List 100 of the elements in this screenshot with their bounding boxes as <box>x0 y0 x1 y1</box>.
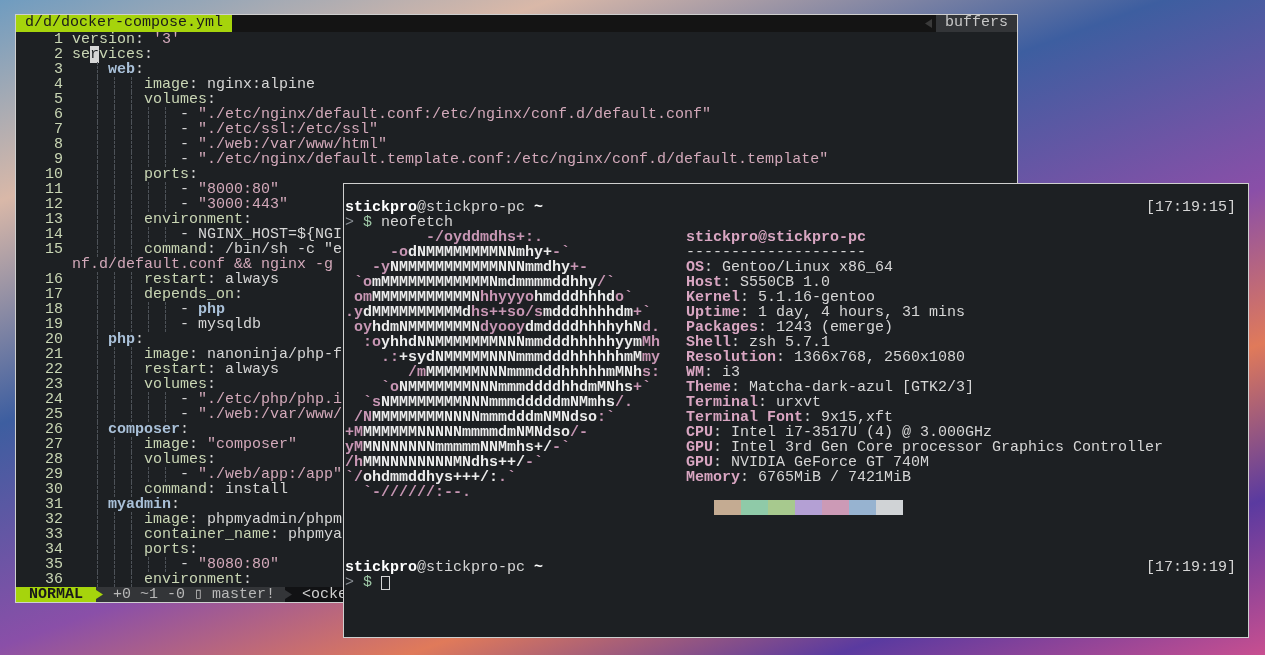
code-text: restart: always <box>143 272 280 287</box>
git-status: +0 ~1 -0 ▯ master! <box>112 587 277 602</box>
code-text: - "./etc/php/php.i <box>179 392 343 407</box>
separator-line: -------------------- <box>686 245 868 260</box>
info-line: Resolution: 1366x768, 2560x1080 <box>686 350 967 365</box>
code-text: myadmin: <box>107 497 181 512</box>
info-line: Memory: 6765MiB / 7421MiB <box>686 470 913 485</box>
prompt-line: stickpro@stickpro-pc ~ <box>345 200 544 215</box>
info-line: Kernel: 5.1.16-gentoo <box>686 290 876 305</box>
ascii-art-line: .ydMMMMMMMMMMdhs++so/smdddhhhhdm+` <box>345 305 652 320</box>
code-text: - "./etc/ssl:/etc/ssl" <box>179 122 379 137</box>
info-line: Host: S550CB 1.0 <box>686 275 832 290</box>
line-number: 3 <box>53 62 63 77</box>
line-number: 18 <box>44 302 63 317</box>
line-number: 7 <box>53 122 63 137</box>
code-text: - "./web/app:/app" <box>180 467 343 482</box>
code-text: - "3000:443" <box>180 197 289 212</box>
ascii-art-line: -odNMMMMMMMMNNmhy+-` <box>390 245 572 260</box>
code-text: - mysqldb <box>179 317 262 332</box>
line-number: 36 <box>44 572 63 587</box>
line-number: 28 <box>44 452 63 467</box>
code-text: - "./etc/nginx/default.conf:/etc/nginx/conf.d/default.conf" <box>179 107 712 122</box>
prompt-line: stickpro@stickpro-pc ~ <box>345 560 544 575</box>
code-text: container_name: phpmya <box>143 527 343 542</box>
ascii-art-line: `omMMMMMMMMMMMMNmdmmmmddhhy/` <box>353 275 616 290</box>
line-number: 35 <box>44 557 63 572</box>
info-line: Shell: zsh 5.7.1 <box>686 335 832 350</box>
ascii-art-line: .:+sydNMMMMMNNNmmmdddhhhhhhmMmy <box>381 350 662 365</box>
ascii-art-line: `sNMMMMMMMMNNNmmmdddddmNMmhs/. <box>363 395 635 410</box>
file-tab[interactable]: d/d/docker-compose.yml <box>16 15 233 32</box>
line-number: 26 <box>44 422 63 437</box>
line-number: 23 <box>44 377 63 392</box>
code-text: - "8080:80" <box>180 557 280 572</box>
line-number: 30 <box>44 482 63 497</box>
line-number: 16 <box>44 272 63 287</box>
line-number: 21 <box>44 347 63 362</box>
line-number: 24 <box>44 392 63 407</box>
code-text: command: install <box>144 482 289 497</box>
code-text: - "8000:80" <box>179 182 280 197</box>
code-text: volumes: <box>143 452 217 467</box>
info-line: Terminal: urxvt <box>686 395 822 410</box>
info-line: CPU: Intel i7-3517U (4) @ 3.000GHz <box>686 425 993 440</box>
ascii-art-line: oyhdmNMMMMMMMNdyooydmddddhhhhyhNd. <box>353 320 662 335</box>
line-number: 20 <box>44 332 63 347</box>
ascii-art-line: `oNMMMMMMMNNNmmmddddhhdmMNhs+` <box>380 380 653 395</box>
line-number: 12 <box>44 197 63 212</box>
triangle-icon <box>96 590 103 599</box>
ascii-art-line: -/oyddmdhs+:. <box>426 230 544 245</box>
ascii-art-line: :oyhhdNNMMMMMMMNNNmmdddhhhhhyymMh <box>362 335 662 350</box>
code-text: - "./etc/nginx/default.template.conf:/etc/nginx/conf.d/default.template" <box>179 152 829 167</box>
ascii-art-line: +MMMMMMMNNNNNmmmmdmNMNdso/- <box>345 425 590 440</box>
info-line: GPU: Intel 3rd Gen Core processor Graphics Controller <box>686 440 1164 455</box>
ascii-art-line: /hMMNNNNNNNNMNdhs++/-` <box>345 455 545 470</box>
code-text: - php <box>180 302 226 317</box>
line-number: 17 <box>44 287 63 302</box>
line-number: 9 <box>53 152 63 167</box>
ascii-art-line: omMMMMMMMMMMMNhhyyyohmdddhhhdo` <box>353 290 634 305</box>
code-text: nf.d/default.conf && nginx -g <box>72 257 334 272</box>
code-text: image: phpmyadmin/phpm <box>144 512 343 527</box>
line-number: 13 <box>44 212 63 227</box>
info-line: OS: Gentoo/Linux x86_64 <box>686 260 895 275</box>
timestamp: [17:19:19] <box>1146 560 1236 575</box>
line-number: 27 <box>44 437 63 452</box>
info-line: WM: i3 <box>686 365 742 380</box>
ascii-art-line: `/ohdmmddhys+++/:.` <box>345 470 518 485</box>
line-number: 8 <box>53 137 63 152</box>
line-number: 5 <box>53 92 63 107</box>
code-text: volumes: <box>143 92 217 107</box>
line-number: 29 <box>44 467 63 482</box>
code-text: environment: <box>143 572 253 587</box>
code-text: - "./web:/var/www/html" <box>179 137 388 152</box>
line-number: 4 <box>53 77 63 92</box>
line-number: 31 <box>44 497 63 512</box>
line-number: 32 <box>44 512 63 527</box>
code-text: web: <box>107 62 145 77</box>
ascii-art-line: -yNMMMMMMMMMMMNNNmmdhy+- <box>372 260 589 275</box>
code-text: image: nginx:alpine <box>143 77 316 92</box>
ascii-art-line: /mMMMMMMNNNmmmdddhhhhhmMNhs: <box>408 365 662 380</box>
code-text: volumes: <box>143 377 217 392</box>
line-number: 34 <box>44 542 63 557</box>
command-line: > $ neofetch <box>345 215 454 230</box>
ascii-art-line: yMMNNNNNNNmmmmmNNMmhs+/-` <box>345 440 572 455</box>
code-text: depends_on: <box>143 287 244 302</box>
code-text: restart: always <box>143 362 280 377</box>
code-text: version: '3' <box>72 32 181 47</box>
line-number: 19 <box>44 317 63 332</box>
line-number: 6 <box>53 107 63 122</box>
code-text: composer: <box>107 422 190 437</box>
line-number: 14 <box>44 227 63 242</box>
info-line: Theme: Matcha-dark-azul [GTK2/3] <box>686 380 976 395</box>
info-line: Packages: 1243 (emerge) <box>686 320 895 335</box>
ascii-art-line: /NMMMMMMMMNNNNmmmdddmNMNdso:` <box>353 410 617 425</box>
triangle-icon <box>925 19 932 28</box>
line-number: 15 <box>44 242 63 257</box>
code-text: image: nanoninja/php-f <box>143 347 343 362</box>
line-number: 25 <box>44 407 63 422</box>
info-line: GPU: NVIDIA GeForce GT 740M <box>686 455 931 470</box>
code-text: image: "composer" <box>144 437 298 452</box>
timestamp: [17:19:15] <box>1146 200 1236 215</box>
line-number: 10 <box>44 167 63 182</box>
